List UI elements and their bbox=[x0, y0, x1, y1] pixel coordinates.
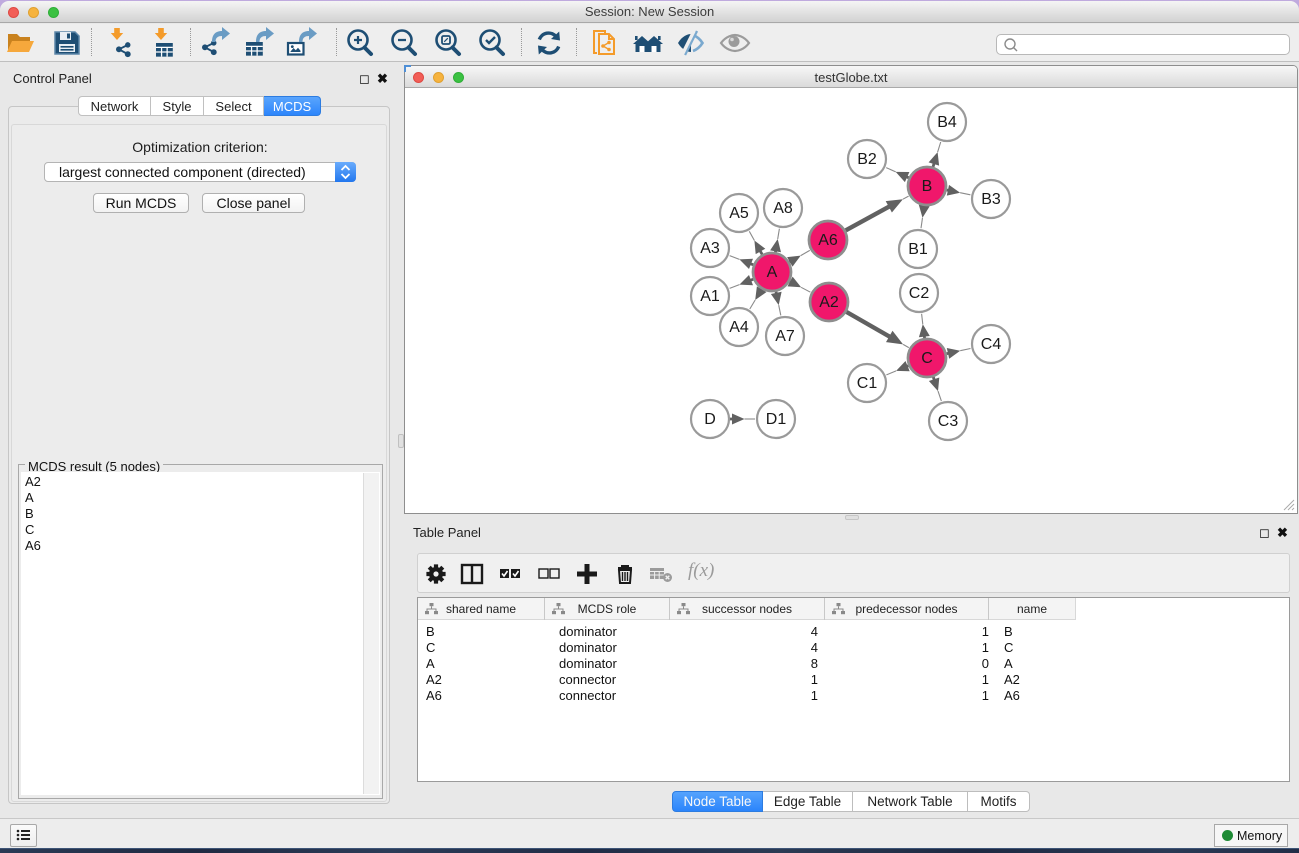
svg-text:B3: B3 bbox=[981, 191, 1001, 208]
svg-text:B1: B1 bbox=[908, 241, 928, 258]
svg-text:A7: A7 bbox=[775, 328, 795, 345]
svg-text:C1: C1 bbox=[857, 375, 878, 392]
svg-text:A8: A8 bbox=[773, 200, 793, 217]
svg-text:A: A bbox=[767, 264, 778, 281]
svg-text:A6: A6 bbox=[818, 232, 838, 249]
svg-text:A4: A4 bbox=[729, 319, 749, 336]
svg-text:C: C bbox=[921, 350, 933, 367]
svg-text:B4: B4 bbox=[937, 114, 957, 131]
svg-text:C2: C2 bbox=[909, 285, 930, 302]
svg-text:D: D bbox=[704, 411, 716, 428]
svg-text:A5: A5 bbox=[729, 205, 749, 222]
svg-text:A1: A1 bbox=[700, 288, 720, 305]
svg-text:B: B bbox=[922, 178, 933, 195]
svg-text:A3: A3 bbox=[700, 240, 720, 257]
svg-text:D1: D1 bbox=[766, 411, 787, 428]
svg-text:B2: B2 bbox=[857, 151, 877, 168]
svg-text:C3: C3 bbox=[938, 413, 959, 430]
svg-text:A2: A2 bbox=[819, 294, 839, 311]
svg-text:C4: C4 bbox=[981, 336, 1002, 353]
